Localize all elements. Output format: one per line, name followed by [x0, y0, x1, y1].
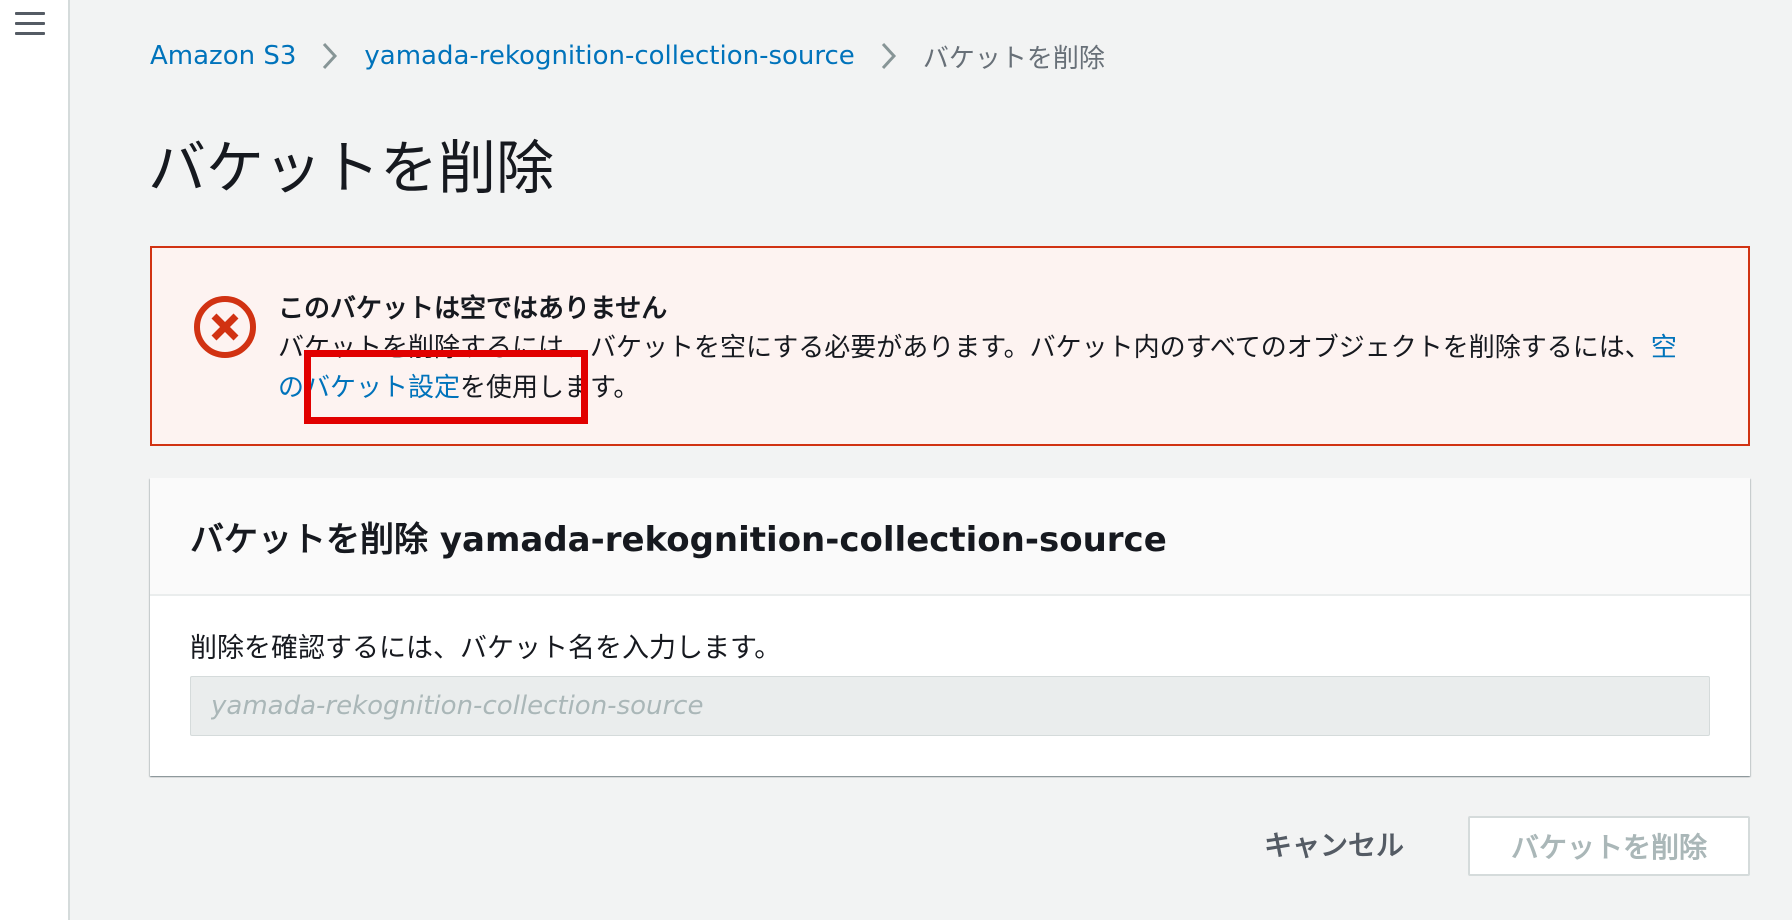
bucket-name-input[interactable] — [190, 676, 1710, 736]
delete-bucket-button[interactable]: バケットを削除 — [1468, 816, 1750, 876]
alert-message: バケットを削除するには、バケットを空にする必要があります。バケット内のすべてのオ… — [278, 328, 1698, 408]
alert-message-text: バケットを削除するには、バケットを空にする必要があります。バケット内のすべてのオ… — [278, 333, 1651, 363]
error-alert: このバケットは空ではありません バケットを削除するには、バケットを空にする必要が… — [150, 246, 1750, 446]
chevron-right-icon — [869, 38, 909, 74]
breadcrumb: Amazon S3 yamada-rekognition-collection-… — [150, 38, 1105, 74]
alert-title: このバケットは空ではありません — [278, 294, 668, 324]
menu-icon[interactable] — [15, 12, 45, 40]
delete-bucket-panel: バケットを削除 yamada-rekognition-collection-so… — [150, 478, 1750, 776]
breadcrumb-current: バケットを削除 — [922, 43, 1105, 74]
breadcrumb-link-bucket[interactable]: yamada-rekognition-collection-source — [364, 41, 854, 71]
confirm-label: 削除を確認するには、バケット名を入力します。 — [190, 633, 782, 664]
panel-header: バケットを削除 yamada-rekognition-collection-so… — [150, 478, 1750, 596]
side-navigation — [0, 0, 70, 920]
cancel-button[interactable]: キャンセル — [1254, 814, 1414, 874]
alert-message-text-end: を使用します。 — [460, 373, 640, 403]
error-icon — [194, 296, 256, 358]
breadcrumb-link-s3[interactable]: Amazon S3 — [150, 41, 296, 71]
chevron-right-icon — [310, 38, 350, 74]
page-title: バケットを削除 — [148, 134, 555, 202]
